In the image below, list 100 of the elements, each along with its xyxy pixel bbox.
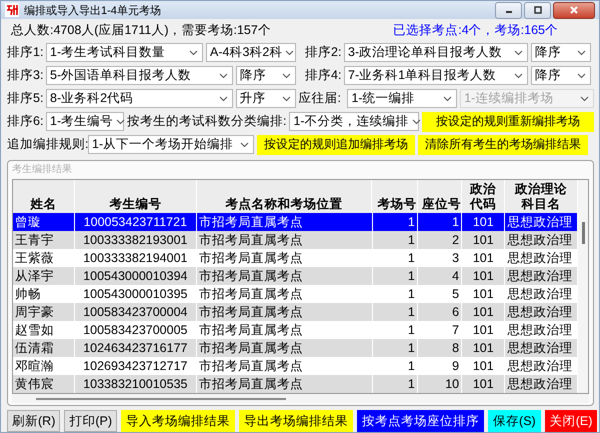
caret-icon	[443, 96, 452, 102]
table-cell: 101	[462, 267, 506, 285]
dropdown[interactable]: 降序	[236, 66, 296, 85]
dropdown[interactable]: 降序	[531, 43, 591, 62]
minimize-button[interactable]	[495, 2, 522, 18]
table-cell: 101	[462, 303, 506, 321]
caret-icon	[282, 96, 291, 102]
caret-icon	[514, 50, 523, 56]
table-cell: 10	[418, 375, 462, 393]
vertical-scrollbar[interactable]	[578, 180, 588, 393]
table-cell: 思想政治理	[505, 213, 578, 231]
table-cell: 1	[372, 231, 418, 249]
caret-icon	[514, 72, 523, 78]
caret-icon	[577, 72, 586, 78]
action-button[interactable]: 按设定的规则重新编排考场	[422, 112, 594, 132]
table-cell: 100583423700004	[74, 303, 197, 321]
close-button[interactable]	[553, 2, 595, 18]
dropdown[interactable]: 8-业务科2代码	[46, 89, 233, 108]
table-cell: 伍清霜	[13, 339, 75, 357]
table-row[interactable]: 从泽宇 100543000010394 市招考局直属考点 1 4 101 思想政治理	[13, 267, 578, 285]
action-button[interactable]: 导出考场编排结果	[239, 410, 354, 432]
action-button[interactable]: 打印(P)	[64, 410, 118, 432]
dropdown[interactable]: 5-外国语单科目报考人数	[46, 66, 233, 85]
field-label: 排序6:	[7, 113, 43, 130]
app-icon	[5, 3, 19, 17]
table-cell: 100333382193001	[74, 231, 197, 249]
dropdown[interactable]: A-4科3科2科	[206, 43, 296, 62]
table-row[interactable]: 伍清霜 102463423716177 市招考局直属考点 1 8 101 思想政治理	[13, 339, 578, 357]
table-cell: 黄伟宸	[13, 375, 75, 393]
caret-icon	[189, 50, 198, 56]
dropdown[interactable]: 3-政治理论单科目报考人数	[344, 43, 528, 62]
action-button[interactable]: 保存(S)	[488, 410, 541, 432]
caret-icon	[285, 50, 294, 56]
caret-icon	[219, 72, 228, 78]
maximize-icon	[532, 6, 542, 14]
table-row[interactable]: 黄伟宸 103383210010535 市招考局直属考点 1 10 101 思想政治理	[13, 375, 578, 393]
table-cell: 王青宇	[13, 231, 75, 249]
caret-icon	[218, 96, 228, 102]
table-cell: 曾璇	[13, 213, 75, 231]
table-cell: 2	[418, 231, 462, 249]
action-button[interactable]: 按设定的规则追加编排考场	[257, 134, 415, 154]
horizontal-scrollbar[interactable]	[12, 394, 589, 403]
action-button[interactable]: 关闭(E)	[544, 410, 598, 432]
field-label: 按考生的考试科数分类编排:	[127, 113, 286, 130]
table-cell: 101	[462, 339, 506, 357]
table-cell: 思想政治理	[505, 339, 578, 357]
dropdown[interactable]: 7-业务科1单科目报考人数	[344, 66, 528, 85]
table-cell: 从泽宇	[13, 267, 75, 285]
table-cell: 101	[462, 375, 506, 393]
table-cell: 思想政治理	[505, 303, 578, 321]
table-cell: 周宇豪	[13, 303, 75, 321]
table-cell: 4	[418, 267, 462, 285]
table-cell: 市招考局直属考点	[196, 375, 373, 393]
field-label: 追加编排规则:	[7, 136, 85, 153]
field-label: 排序3:	[7, 67, 43, 84]
action-button[interactable]: 按考点考场座位排序	[357, 410, 484, 432]
table-cell: 101	[462, 231, 506, 249]
table-cell: 市招考局直属考点	[196, 267, 373, 285]
dropdown[interactable]: 1-考生编号	[46, 112, 124, 131]
maximize-button[interactable]	[524, 2, 551, 18]
close-icon	[569, 6, 579, 14]
table-row[interactable]: 曾璇 100053423711721 市招考局直属考点 1 1 101 思想政治理	[13, 213, 578, 231]
table-cell: 101	[462, 213, 506, 231]
dropdown[interactable]: 1-统一编排	[347, 89, 458, 108]
table-cell: 市招考局直属考点	[196, 213, 373, 231]
dropdown[interactable]: 1-从下一个考场开始编排	[88, 135, 254, 154]
table-row[interactable]: 周宇豪 100583423700004 市招考局直属考点 1 6 101 思想政治理	[13, 303, 578, 321]
caret-icon	[240, 142, 249, 148]
table-cell: 1	[372, 375, 418, 393]
dropdown[interactable]: 升序	[236, 89, 296, 108]
action-button[interactable]: 刷新(R)	[7, 410, 60, 432]
dropdown: 1-连续编排考场	[460, 89, 594, 108]
dropdown[interactable]: 降序	[531, 66, 591, 85]
caret-icon	[577, 50, 586, 56]
scroll-thumb[interactable]	[582, 222, 585, 244]
table-cell: 市招考局直属考点	[196, 339, 373, 357]
dropdown[interactable]: 1-考生考试科目数量	[46, 43, 203, 62]
table-cell: 1	[372, 213, 418, 231]
table-cell: 6	[418, 303, 462, 321]
table-cell: 市招考局直属考点	[196, 231, 373, 249]
table-row[interactable]: 王青宇 100333382193001 市招考局直属考点 1 2 101 思想政治理	[13, 231, 578, 249]
dropdown[interactable]: 1-不分类，连续编排	[289, 112, 420, 131]
field-label: 应往届:	[298, 90, 342, 107]
caret-icon	[116, 118, 126, 124]
table-cell: 思想政治理	[505, 231, 578, 249]
caret-icon	[282, 72, 291, 78]
table-cell: 103383210010535	[74, 375, 197, 393]
field-label: 排序1:	[7, 44, 43, 61]
table-cell: 1	[372, 303, 418, 321]
selection-text: 已选择考点:4个，考场:165个	[393, 22, 558, 39]
table-cell: 市招考局直属考点	[196, 303, 373, 321]
table-cell: 思想政治理	[505, 267, 578, 285]
table-cell: 思想政治理	[505, 375, 578, 393]
table-cell: 102463423716177	[74, 339, 197, 357]
action-button[interactable]: 导入考场编排结果	[121, 410, 236, 432]
summary-text: 总人数:4708人(应届1711人)，需要考场:157个	[11, 22, 271, 39]
action-button[interactable]: 清除所有考生的考场编排结果	[418, 134, 588, 154]
table-cell: 1	[418, 213, 462, 231]
table-cell: 1	[372, 339, 418, 357]
scroll-thumb[interactable]	[36, 398, 286, 400]
